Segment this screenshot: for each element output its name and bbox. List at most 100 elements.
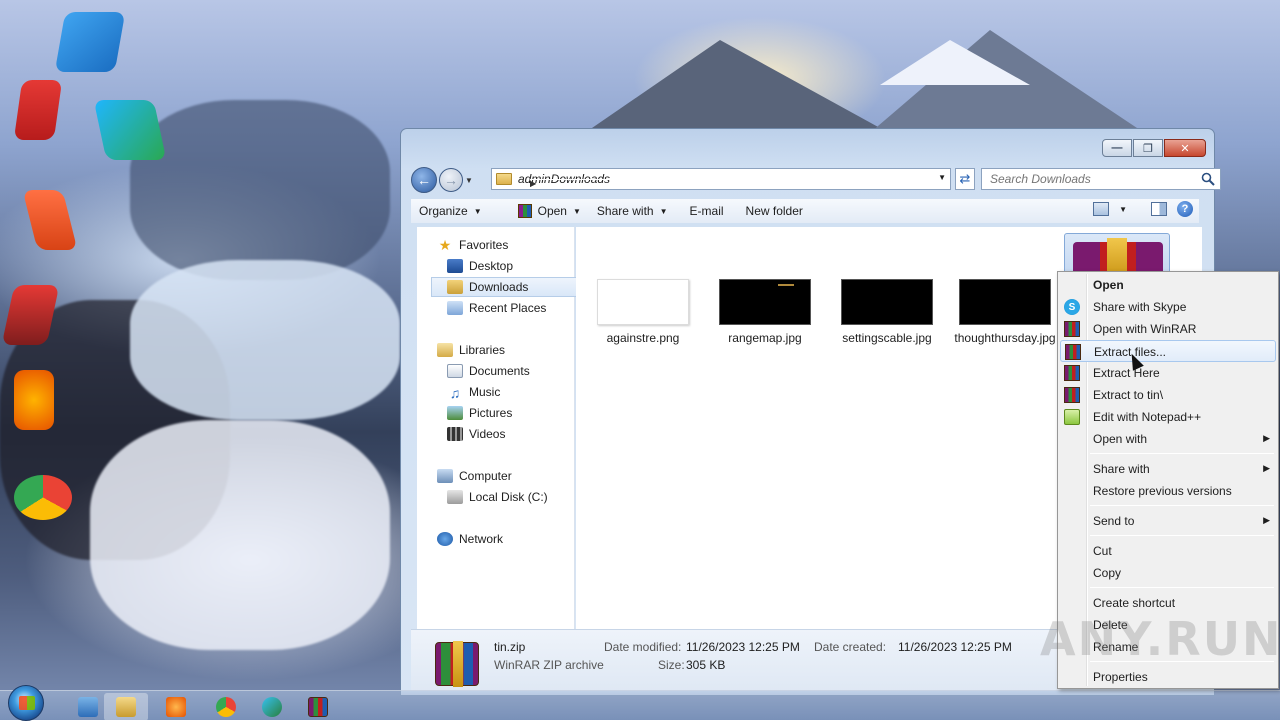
tree-label: Recent Places — [469, 301, 547, 315]
tree-local-disk[interactable]: Local Disk (C:) — [447, 487, 548, 507]
tree-computer[interactable]: Computer — [437, 466, 512, 486]
taskbar-winrar[interactable] — [296, 693, 340, 721]
desktop-app-icon[interactable] — [93, 100, 167, 160]
search-box[interactable] — [981, 168, 1221, 190]
local-disk-icon — [447, 490, 463, 504]
menu-send-to[interactable]: Send to ▶ — [1060, 510, 1276, 532]
firefox-icon[interactable] — [14, 370, 54, 430]
file-item[interactable]: againstre.png — [588, 279, 698, 346]
desktop-app-icon[interactable] — [54, 12, 126, 72]
minimize-button[interactable]: — — [1102, 139, 1132, 157]
menu-edit-notepadpp[interactable]: Edit with Notepad++ — [1060, 406, 1276, 428]
change-view-icon[interactable] — [1093, 202, 1110, 216]
tree-music[interactable]: ♫ Music — [447, 382, 501, 402]
menu-separator — [1090, 535, 1274, 536]
menu-extract-to[interactable]: Extract to tin\ — [1060, 384, 1276, 406]
tree-documents[interactable]: Documents — [447, 361, 530, 381]
tree-pictures[interactable]: Pictures — [447, 403, 512, 423]
tree-label: Pictures — [469, 406, 513, 420]
taskbar-explorer-active[interactable] — [104, 693, 148, 721]
menu-open[interactable]: Open — [1060, 274, 1276, 296]
desktop-icon — [447, 259, 463, 273]
tree-downloads[interactable]: Downloads — [431, 277, 577, 297]
submenu-arrow-icon: ▶ — [1263, 463, 1270, 473]
desktop-app-icon[interactable] — [13, 80, 63, 140]
file-item[interactable]: rangemap.jpg — [710, 279, 820, 346]
menu-share-with[interactable]: Share with ▶ — [1060, 458, 1276, 480]
help-icon[interactable]: ? — [1177, 201, 1193, 217]
menu-label: Cut — [1093, 544, 1112, 558]
winrar-icon — [1064, 387, 1080, 403]
menu-share-skype[interactable]: S Share with Skype — [1060, 296, 1276, 318]
date-created-value: 11/26/2023 12:25 PM — [898, 640, 1012, 654]
file-item[interactable]: thoughthursday.jpg — [954, 279, 1056, 346]
tree-favorites[interactable]: ★ Favorites — [437, 235, 509, 255]
menu-separator — [1090, 587, 1274, 588]
search-input[interactable] — [988, 171, 1188, 187]
menu-separator — [1090, 505, 1274, 506]
tree-desktop[interactable]: Desktop — [447, 256, 513, 276]
preview-pane-icon[interactable] — [1151, 202, 1167, 216]
menu-extract-files[interactable]: Extract files... — [1060, 340, 1276, 362]
tree-recent-places[interactable]: Recent Places — [447, 298, 546, 318]
music-icon: ♫ — [449, 385, 461, 401]
recent-pages-dropdown[interactable]: ▼ — [463, 176, 475, 185]
address-dropdown-icon[interactable]: ▼ — [938, 173, 946, 182]
date-modified-value: 11/26/2023 12:25 PM — [686, 640, 800, 654]
file-name: againstre.png — [606, 331, 680, 345]
new-folder-button[interactable]: New folder — [738, 199, 811, 223]
taskbar-media-player[interactable] — [154, 693, 198, 721]
chevron-down-icon[interactable]: ▼ — [1119, 205, 1127, 214]
organize-button[interactable]: Organize ▼ — [411, 199, 490, 223]
menu-properties[interactable]: Properties — [1060, 666, 1276, 688]
tree-network[interactable]: Network — [437, 529, 503, 549]
chevron-down-icon: ▼ — [572, 206, 581, 216]
snow-peak-shape — [880, 40, 1030, 85]
menu-label: Share with Skype — [1093, 300, 1187, 314]
submenu-arrow-icon: ▶ — [1263, 515, 1270, 525]
downloads-folder-icon — [447, 280, 463, 294]
tree-label: Libraries — [459, 343, 506, 357]
tree-videos[interactable]: Videos — [447, 424, 505, 444]
taskbar-chrome[interactable] — [204, 693, 248, 721]
image-thumbnail — [719, 279, 811, 325]
date-modified-label: Date modified: — [604, 640, 682, 654]
address-bar[interactable]: ▶ admin ▶ Downloads ▶ ▼ — [491, 168, 951, 190]
forward-button[interactable]: → — [439, 168, 463, 192]
command-bar: Organize ▼ Open ▼ Share with ▼ E-mail Ne… — [411, 199, 1199, 223]
tree-libraries[interactable]: Libraries — [437, 340, 505, 360]
menu-cut[interactable]: Cut — [1060, 540, 1276, 562]
size-label: Size: — [658, 658, 685, 672]
chrome-icon[interactable] — [14, 475, 72, 520]
search-icon[interactable] — [1201, 172, 1215, 186]
menu-copy[interactable]: Copy — [1060, 562, 1276, 584]
chevron-right-icon[interactable]: ▶ — [530, 178, 714, 188]
refresh-button[interactable]: ⇄ — [955, 168, 975, 190]
start-button[interactable] — [8, 685, 44, 721]
details-pane: tin.zip WinRAR ZIP archive Date modified… — [411, 629, 861, 691]
menu-create-shortcut[interactable]: Create shortcut — [1060, 592, 1276, 614]
submenu-arrow-icon: ▶ — [1263, 433, 1270, 443]
winrar-archive-icon — [435, 641, 479, 687]
close-button[interactable]: ✕ — [1164, 139, 1206, 157]
light-smear — [90, 420, 390, 650]
menu-open-with[interactable]: Open with ▶ — [1060, 428, 1276, 450]
open-button[interactable]: Open ▼ — [510, 199, 589, 223]
share-with-button[interactable]: Share with ▼ — [589, 199, 676, 223]
maximize-button[interactable]: ❐ — [1133, 139, 1163, 157]
tree-label: Documents — [469, 364, 530, 378]
menu-restore-previous[interactable]: Restore previous versions — [1060, 480, 1276, 502]
file-item[interactable]: settingscable.jpg — [832, 279, 942, 346]
network-icon — [437, 532, 453, 546]
menu-extract-here[interactable]: Extract Here — [1060, 362, 1276, 384]
menu-open-winrar[interactable]: Open with WinRAR — [1060, 318, 1276, 340]
notepadpp-icon — [1064, 409, 1080, 425]
pictures-icon — [447, 406, 463, 420]
file-name: rangemap.jpg — [728, 331, 802, 345]
taskbar-edge[interactable] — [250, 693, 294, 721]
email-button[interactable]: E-mail — [682, 199, 732, 223]
light-smear — [130, 260, 400, 420]
back-button[interactable]: ← — [411, 167, 437, 193]
desktop-app-icon[interactable] — [22, 190, 78, 250]
star-icon: ★ — [438, 236, 452, 253]
